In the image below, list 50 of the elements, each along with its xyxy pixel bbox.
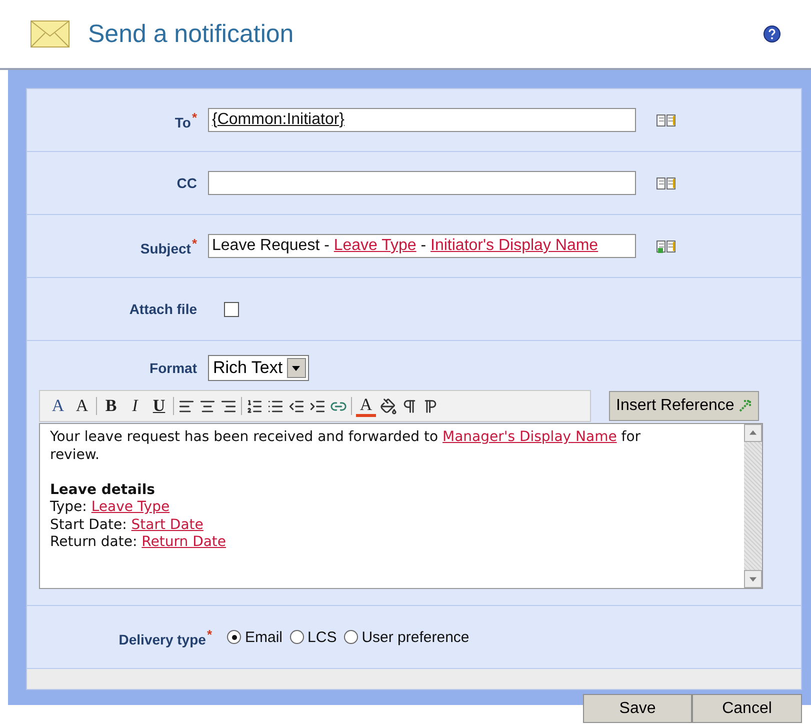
reference-link[interactable]: Start Date <box>131 516 204 532</box>
dropdown-arrow-icon <box>292 366 300 370</box>
save-button[interactable]: Save <box>583 694 692 723</box>
underline-button[interactable]: U <box>149 395 169 417</box>
body-text: Your leave request has been received and forwarded to Manager's Display Name for review. <box>50 429 642 464</box>
cc-label: CC <box>176 175 198 191</box>
arrow-icon <box>738 399 752 413</box>
font-button[interactable]: A <box>48 395 68 417</box>
pilcrow-icon[interactable] <box>422 398 439 414</box>
format-select[interactable]: Rich Text <box>208 355 309 381</box>
envelope-icon <box>30 20 70 48</box>
address-book-icon[interactable] <box>656 175 676 191</box>
pilcrow-icon[interactable] <box>401 398 418 414</box>
reference-link[interactable]: Return Date <box>142 534 226 550</box>
address-book-icon[interactable] <box>656 112 676 128</box>
option-label: Email <box>245 628 283 646</box>
scrollbar[interactable] <box>744 424 762 588</box>
insert-reference-button[interactable]: Insert Reference <box>609 391 760 421</box>
body-text: Type: Leave Type <box>50 499 171 516</box>
numbered-list-icon[interactable] <box>246 398 263 414</box>
attach-file-label: Attach file <box>128 301 198 317</box>
font-color-button[interactable]: A <box>356 396 376 416</box>
cancel-button[interactable]: Cancel <box>692 694 802 723</box>
scroll-up-icon[interactable] <box>744 424 762 442</box>
to-field[interactable]: {Common:Initiator} <box>208 108 636 132</box>
reference-link[interactable]: Manager's Display Name <box>442 429 617 445</box>
address-book-icon[interactable] <box>656 238 676 254</box>
help-icon[interactable] <box>763 25 781 43</box>
bold-button[interactable]: B <box>101 395 121 417</box>
subject-field[interactable]: Leave Request - Leave Type - Initiator's Display Name <box>208 234 636 258</box>
format-label: Format <box>148 360 198 376</box>
radio-button[interactable] <box>227 630 241 644</box>
body-text: Start Date: Start Date <box>50 516 204 534</box>
italic-button[interactable]: I <box>125 395 145 417</box>
message-editor[interactable]: Your leave request has been received and forwarded to Manager's Display Name for review. Leave details Type: Leave Type Start Date: Start Date Return date: Return Date <box>39 423 763 589</box>
option-label: User preference <box>362 628 470 646</box>
reference-link[interactable]: Initiator's Display Name <box>430 237 598 254</box>
radio-button[interactable] <box>290 630 304 644</box>
cc-field[interactable] <box>208 171 636 195</box>
reference-link[interactable]: Leave Type <box>334 237 416 254</box>
option-label: LCS <box>308 628 337 646</box>
body-heading: Leave details <box>50 482 156 499</box>
radio-button[interactable] <box>344 630 358 644</box>
paint-bucket-icon[interactable] <box>380 398 397 414</box>
page-title: Send a notification <box>88 20 295 48</box>
body-text: Return date: Return Date <box>50 534 228 552</box>
scroll-down-icon[interactable] <box>744 570 762 588</box>
reference-link[interactable]: Leave Type <box>91 499 170 515</box>
font-size-button[interactable]: A <box>72 395 92 417</box>
attach-checkbox[interactable] <box>224 302 239 316</box>
